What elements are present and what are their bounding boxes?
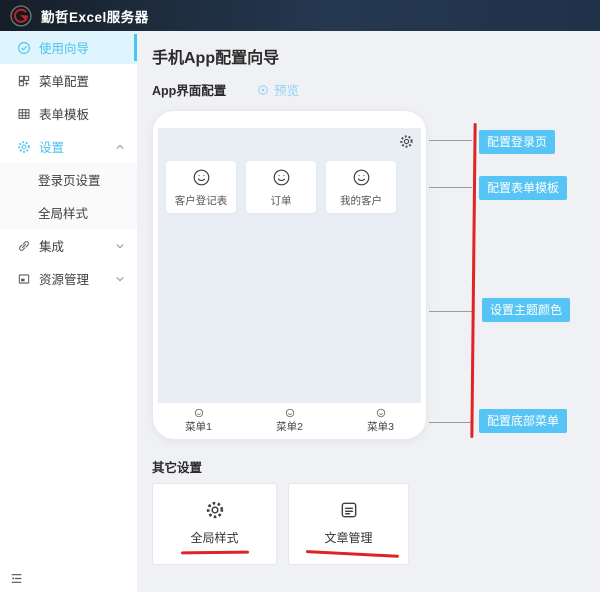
top-navbar: 勤哲Excel服务器 (0, 0, 600, 31)
smiley-icon (376, 408, 386, 418)
bottom-menu-item-2[interactable]: 菜单2 (244, 403, 335, 439)
phone-settings-gear-icon[interactable] (399, 134, 414, 149)
preview-label: 预览 (274, 80, 299, 99)
article-icon (339, 500, 359, 520)
preview-link[interactable]: 预览 (257, 80, 299, 99)
smiley-icon (192, 168, 211, 187)
sidebar-item-label: 资源管理 (39, 269, 89, 288)
sidebar-item-label: 表单模板 (39, 104, 89, 123)
annotation-configure-login-page[interactable]: 配置登录页 (479, 130, 555, 154)
sidebar-collapse-icon[interactable] (9, 572, 24, 585)
annotation-connector-line (429, 140, 472, 141)
card-label: 全局样式 (190, 529, 238, 546)
sidebar-item-resource-management[interactable]: 资源管理 (0, 262, 137, 295)
brand-logo-icon (10, 5, 32, 27)
resource-box-icon (17, 272, 31, 286)
table-icon (17, 107, 31, 121)
app-window: 勤哲Excel服务器 使用向导 菜单配置 (0, 0, 600, 592)
bottom-menu-label: 菜单2 (276, 419, 303, 434)
check-circle-icon (17, 41, 31, 55)
annotation-connector-line (429, 311, 472, 312)
sidebar-item-label: 使用向导 (39, 38, 89, 57)
smiley-icon (352, 168, 371, 187)
sidebar-item-label: 设置 (39, 137, 64, 156)
sidebar-subitem-global-style[interactable]: 全局样式 (0, 196, 137, 229)
app-card-label: 订单 (271, 193, 292, 208)
annotation-set-theme-color[interactable]: 设置主题颜色 (482, 298, 570, 322)
sidebar-item-usage-wizard[interactable]: 使用向导 (0, 31, 137, 64)
annotation-connector-line (429, 422, 472, 423)
page-title: 手机App配置向导 (152, 44, 279, 68)
sidebar: 使用向导 菜单配置 表单模板 (0, 31, 137, 592)
phone-mockup: 客户登记表 订单 (152, 110, 427, 440)
link-icon (17, 239, 31, 253)
phone-bottom-menu: 菜单1 菜单2 (153, 403, 426, 439)
sidebar-subitem-login-page-settings[interactable]: 登录页设置 (0, 163, 137, 196)
chevron-up-icon (115, 142, 125, 152)
smiley-icon (285, 408, 295, 418)
gear-icon (17, 140, 31, 154)
section-title-other-settings: 其它设置 (152, 457, 202, 476)
smiley-icon (194, 408, 204, 418)
bottom-menu-item-3[interactable]: 菜单3 (335, 403, 426, 439)
app-card-label: 我的客户 (340, 193, 382, 208)
bottom-menu-item-1[interactable]: 菜单1 (153, 403, 244, 439)
smiley-icon (272, 168, 291, 187)
sidebar-item-menu-config[interactable]: 菜单配置 (0, 64, 137, 97)
grid-icon (17, 74, 31, 88)
sidebar-subitem-label: 全局样式 (38, 203, 88, 222)
app-card-label: 客户登记表 (175, 193, 228, 208)
sidebar-subitem-label: 登录页设置 (38, 170, 101, 189)
chevron-down-icon (115, 241, 125, 251)
annotation-connector-line (429, 187, 472, 188)
sidebar-item-label: 菜单配置 (39, 71, 89, 90)
sidebar-item-label: 集成 (39, 236, 64, 255)
sidebar-item-integration[interactable]: 集成 (0, 229, 137, 262)
annotation-configure-bottom-menu[interactable]: 配置底部菜单 (479, 409, 567, 433)
main-content: 手机App配置向导 App界面配置 预览 (137, 31, 600, 592)
sidebar-item-form-template[interactable]: 表单模板 (0, 97, 137, 130)
phone-app-grid: 客户登记表 订单 (166, 161, 396, 213)
bottom-menu-label: 菜单3 (367, 419, 394, 434)
eye-icon (257, 84, 269, 96)
chevron-down-icon (115, 274, 125, 284)
app-card-my-customers[interactable]: 我的客户 (326, 161, 396, 213)
gear-icon (205, 500, 225, 520)
section-title-app-ui: App界面配置 (152, 80, 226, 99)
bottom-menu-label: 菜单1 (185, 419, 212, 434)
card-label: 文章管理 (324, 529, 372, 546)
sidebar-item-settings[interactable]: 设置 (0, 130, 137, 163)
app-card-customer-registration[interactable]: 客户登记表 (166, 161, 236, 213)
annotation-configure-form-template[interactable]: 配置表单模板 (479, 176, 567, 200)
app-card-orders[interactable]: 订单 (246, 161, 316, 213)
app-title: 勤哲Excel服务器 (41, 6, 149, 26)
red-annotation-line (470, 123, 476, 438)
